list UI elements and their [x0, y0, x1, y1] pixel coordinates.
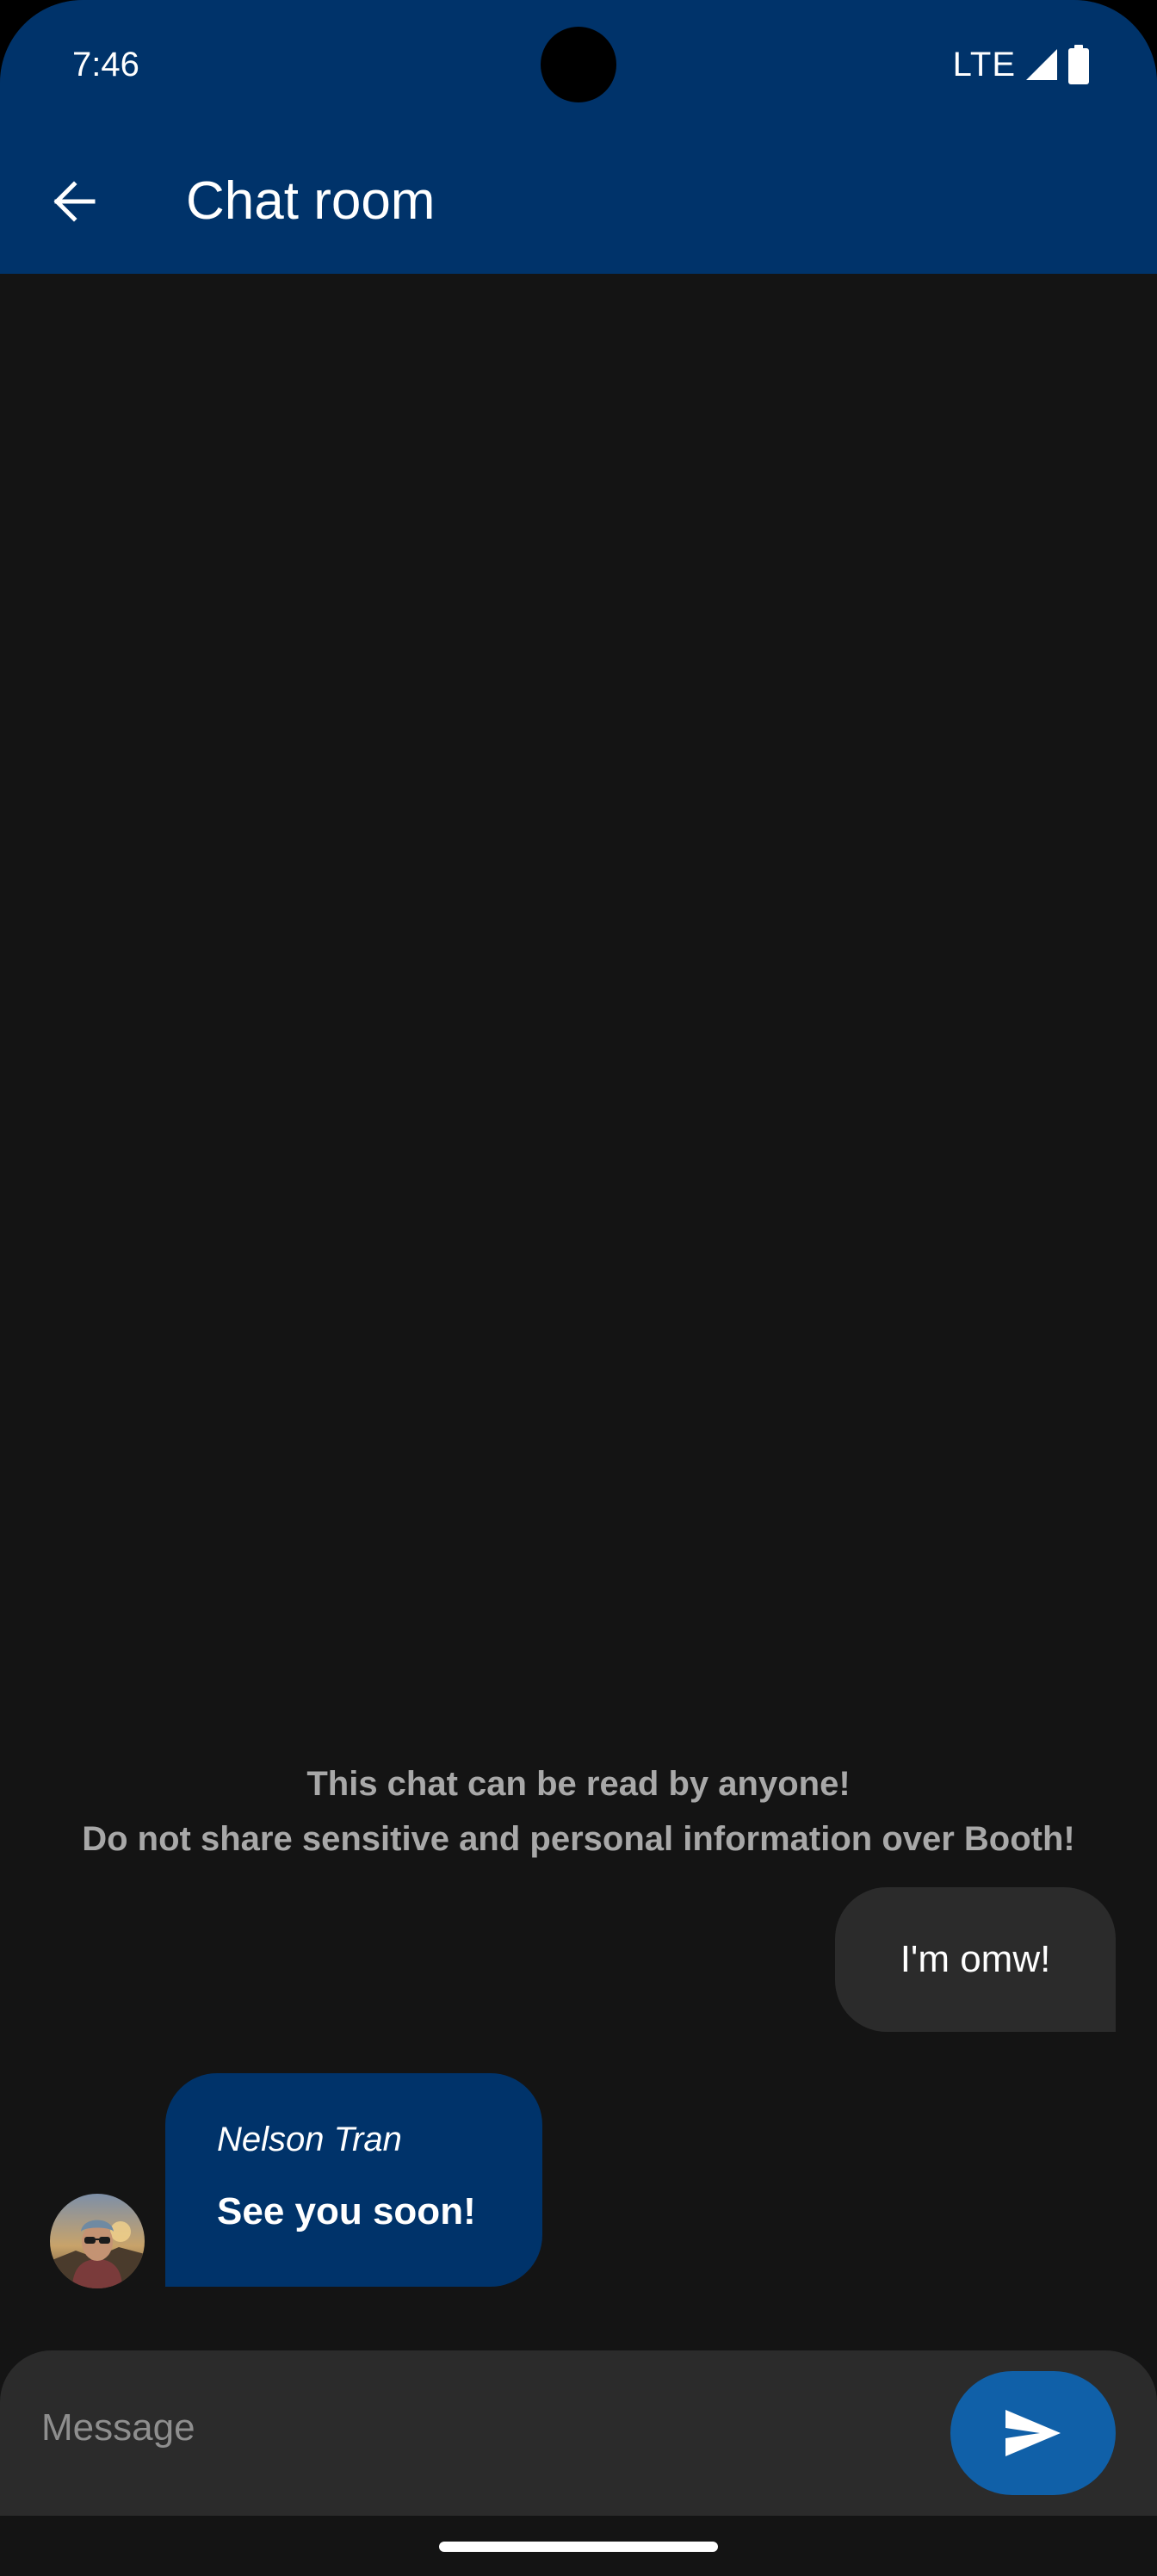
- network-type: LTE: [952, 46, 1016, 84]
- cellular-signal-icon: [1026, 49, 1057, 80]
- send-icon: [1005, 2410, 1061, 2456]
- gesture-navigation-bar[interactable]: [439, 2542, 718, 2552]
- avatar-photo: [50, 2194, 145, 2288]
- arrow-back-icon: [53, 181, 96, 222]
- message-text: I'm omw!: [900, 1938, 1051, 1980]
- battery-icon: [1068, 45, 1089, 84]
- page-title: Chat room: [186, 171, 436, 231]
- privacy-notice: This chat can be read by anyone! Do not …: [0, 1756, 1157, 1867]
- incoming-message-bubble[interactable]: Nelson Tran See you soon!: [165, 2073, 542, 2287]
- app-header: 7:46 LTE Chat room: [0, 0, 1157, 274]
- status-time: 7:46: [72, 46, 139, 84]
- status-indicators: LTE: [953, 41, 1090, 88]
- avatar[interactable]: [50, 2194, 145, 2288]
- outgoing-message-bubble[interactable]: I'm omw!: [835, 1887, 1116, 2032]
- message-input[interactable]: [41, 2393, 902, 2462]
- notice-line-1: This chat can be read by anyone!: [306, 1765, 851, 1803]
- send-button[interactable]: [950, 2371, 1116, 2495]
- back-button[interactable]: [33, 160, 115, 243]
- sender-name: Nelson Tran: [217, 2121, 402, 2158]
- message-composer: [0, 2350, 1157, 2516]
- camera-cutout: [541, 27, 616, 102]
- chat-screen: 7:46 LTE Chat room This chat can be read…: [0, 0, 1157, 2576]
- notice-line-2: Do not share sensitive and personal info…: [82, 1820, 1075, 1858]
- message-text: See you soon!: [217, 2190, 476, 2232]
